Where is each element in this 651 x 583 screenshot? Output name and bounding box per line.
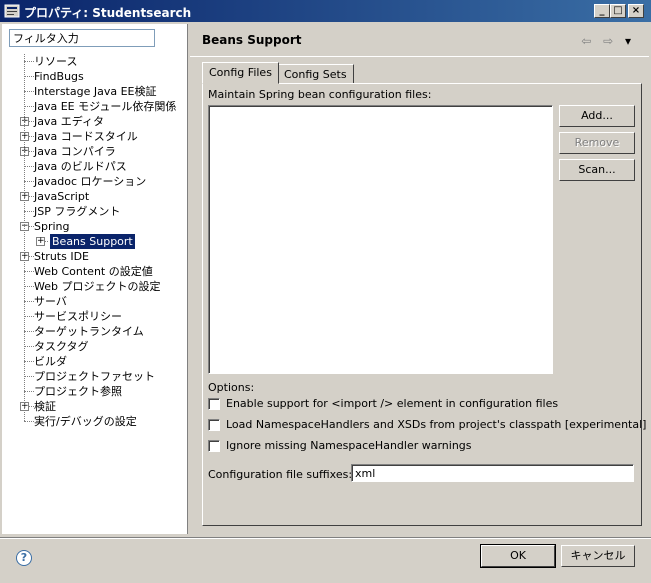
tree-item[interactable]: サービスポリシー: [34, 309, 122, 324]
tree-item[interactable]: JSP フラグメント: [34, 204, 120, 219]
tree-connector: [24, 181, 34, 182]
tab-config-sets[interactable]: Config Sets: [277, 64, 354, 84]
tree-item[interactable]: JavaScript: [34, 189, 89, 204]
property-page: Beans Support ⇦ ⇨ ▾ Config Files Config …: [190, 24, 649, 534]
properties-icon: [4, 4, 20, 18]
remove-button[interactable]: Remove: [559, 132, 635, 154]
config-files-list[interactable]: [208, 105, 553, 374]
add-button[interactable]: Add...: [559, 105, 635, 127]
tree-item[interactable]: Web プロジェクトの設定: [34, 279, 160, 294]
forward-arrow-icon[interactable]: ⇨: [603, 34, 617, 48]
tree-connector: [24, 91, 34, 92]
maintain-label: Maintain Spring bean configuration files…: [208, 88, 432, 101]
scan-button[interactable]: Scan...: [559, 159, 635, 181]
filter-input[interactable]: [9, 29, 155, 47]
tree-item[interactable]: Java コードスタイル: [34, 129, 138, 144]
ok-button[interactable]: OK: [480, 544, 556, 568]
tree-item[interactable]: Java のビルドパス: [34, 159, 127, 174]
tree-connector: [24, 76, 34, 77]
checkbox[interactable]: [208, 440, 220, 452]
page-title: Beans Support: [202, 33, 302, 47]
expand-icon[interactable]: +: [36, 237, 45, 246]
tree-connector: [24, 421, 34, 422]
tree-item[interactable]: タスクタグ: [34, 339, 89, 354]
minimize-button[interactable]: _: [594, 4, 610, 18]
tree-connector: [24, 301, 34, 302]
tree-item[interactable]: プロジェクト参照: [34, 384, 122, 399]
suffix-label: Configuration file suffixes:: [208, 468, 353, 481]
tab-config-files[interactable]: Config Files: [202, 62, 279, 84]
tree-item[interactable]: サーバ: [34, 294, 67, 309]
options-label: Options:: [208, 381, 255, 394]
tree-connector: [24, 271, 34, 272]
tree-item[interactable]: Struts IDE: [34, 249, 89, 264]
view-menu-icon[interactable]: ▾: [625, 34, 635, 48]
tree-item[interactable]: 実行/デバッグの設定: [34, 414, 137, 429]
title-bar[interactable]: プロパティ: Studentsearch _ □ ×: [0, 0, 651, 22]
tree-item[interactable]: Beans Support: [49, 233, 136, 250]
tree-connector: [24, 391, 34, 392]
tree-item[interactable]: ターゲットランタイム: [34, 324, 144, 339]
tree-connector: [24, 106, 34, 107]
tree-connector: [24, 166, 34, 167]
tree-item[interactable]: Spring: [34, 219, 70, 234]
tree-item[interactable]: リソース: [34, 54, 77, 69]
tree-connector: [24, 286, 34, 287]
tree-item[interactable]: Java エディタ: [34, 114, 104, 129]
suffix-input[interactable]: [351, 464, 634, 482]
tree-connector: [24, 361, 34, 362]
tree-item[interactable]: Javadoc ロケーション: [34, 174, 146, 189]
config-files-panel: Maintain Spring bean configuration files…: [202, 83, 646, 526]
history-nav: ⇦ ⇨ ▾: [581, 34, 635, 48]
option-label: Enable support for <import /> element in…: [226, 397, 559, 410]
preference-tree-pane: リソースFindBugsInterstage Java EE検証Java EE …: [2, 24, 188, 534]
footer-separator: [0, 537, 651, 539]
option-label: Ignore missing NamespaceHandler warnings: [226, 439, 472, 452]
tree-item[interactable]: 検証: [34, 399, 56, 414]
tree-item[interactable]: Java EE モジュール依存関係: [34, 99, 176, 114]
tree-item[interactable]: Interstage Java EE検証: [34, 84, 156, 99]
tree-item[interactable]: プロジェクトファセット: [34, 369, 155, 384]
close-button[interactable]: ×: [628, 4, 644, 18]
checkbox[interactable]: [208, 398, 220, 410]
page-header: Beans Support ⇦ ⇨ ▾: [190, 24, 649, 56]
tree-connector: [24, 346, 34, 347]
tree-connector: [24, 211, 34, 212]
tree-connector: [24, 61, 34, 62]
tree-connector: [24, 331, 34, 332]
tree-connector: [24, 316, 34, 317]
tree-item[interactable]: Web Content の設定値: [34, 264, 153, 279]
cancel-button[interactable]: キャンセル: [561, 545, 635, 567]
tree-connector: [24, 376, 34, 377]
tree-trunk-line: [24, 54, 25, 421]
maximize-button[interactable]: □: [610, 4, 626, 18]
help-icon[interactable]: ?: [16, 550, 32, 566]
tree-item[interactable]: FindBugs: [34, 69, 84, 84]
window-title: プロパティ: Studentsearch: [24, 6, 192, 20]
tree-item[interactable]: Java コンパイラ: [34, 144, 116, 159]
back-arrow-icon[interactable]: ⇦: [581, 34, 595, 48]
tree-item[interactable]: ビルダ: [34, 354, 67, 369]
option-label: Load NamespaceHandlers and XSDs from pro…: [226, 418, 647, 431]
header-separator: [190, 56, 649, 57]
checkbox[interactable]: [208, 419, 220, 431]
